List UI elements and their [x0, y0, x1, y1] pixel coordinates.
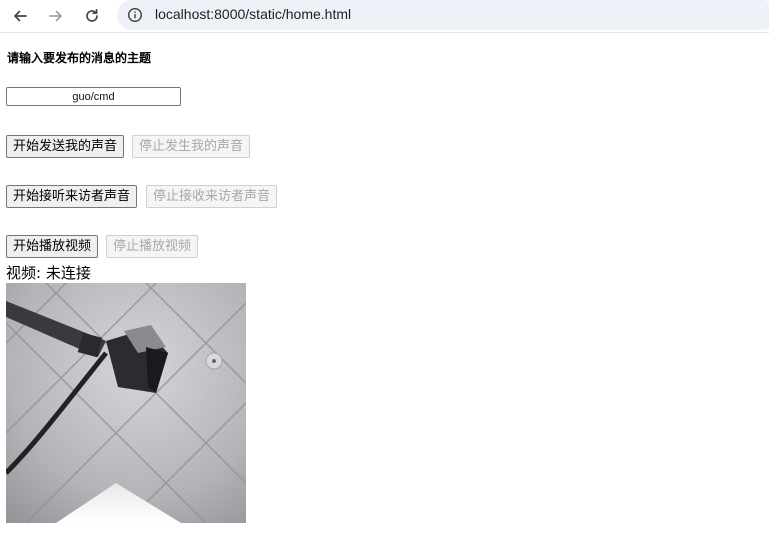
camera-snapshot-image — [6, 283, 246, 523]
video-status-text: 视频: 未连接 — [6, 264, 91, 282]
url-text[interactable]: localhost:8000/static/home.html — [155, 6, 351, 22]
info-icon[interactable] — [127, 7, 143, 23]
start-send-voice-button[interactable]: 开始发送我的声音 — [6, 135, 125, 158]
stop-play-video-button[interactable]: 停止播放视频 — [106, 235, 199, 258]
forward-arrow-icon — [49, 10, 62, 22]
stop-listen-visitor-button[interactable]: 停止接收来访者声音 — [146, 185, 278, 208]
address-bar[interactable]: localhost:8000/static/home.html — [117, 0, 769, 30]
page-content: 请输入要发布的消息的主题 开始发送我的声音 停止发生我的声音 开始接听来访者声音… — [0, 33, 769, 546]
video-frame — [6, 283, 246, 523]
reload-button[interactable] — [79, 3, 105, 29]
topic-prompt-label: 请输入要发布的消息的主题 — [7, 51, 152, 65]
start-listen-visitor-button[interactable]: 开始接听来访者声音 — [6, 185, 138, 208]
back-arrow-icon — [14, 10, 27, 22]
start-play-video-button[interactable]: 开始播放视频 — [6, 235, 99, 258]
topic-input[interactable] — [6, 87, 181, 106]
browser-toolbar: localhost:8000/static/home.html — [0, 0, 769, 33]
stop-send-voice-button[interactable]: 停止发生我的声音 — [132, 135, 251, 158]
forward-button[interactable] — [43, 3, 69, 29]
back-button[interactable] — [7, 3, 33, 29]
reload-icon — [86, 8, 98, 22]
